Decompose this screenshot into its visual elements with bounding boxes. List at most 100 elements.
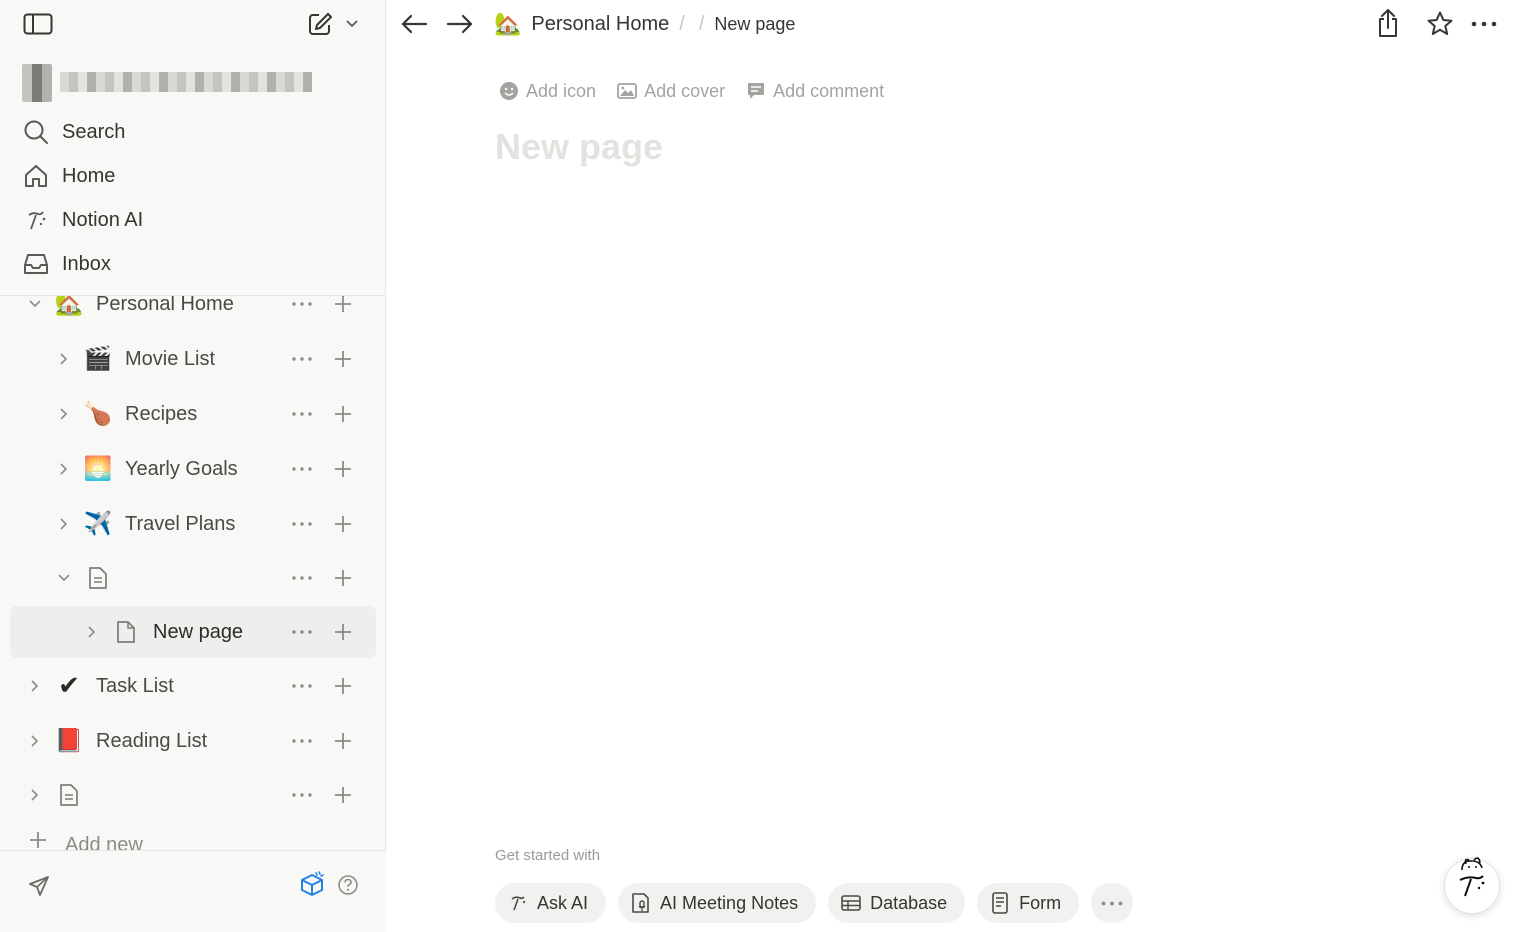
notion-ai-face-icon [1452, 857, 1492, 902]
page-title-input[interactable]: New page [495, 126, 663, 168]
add-subpage-icon[interactable] [332, 785, 354, 805]
workspace-name [60, 72, 312, 92]
chevron-right-icon[interactable] [55, 405, 73, 423]
chevron-right-icon[interactable] [55, 350, 73, 368]
add-comment-button[interactable]: Add comment [745, 80, 884, 102]
form-icon [989, 892, 1011, 914]
chevron-right-icon[interactable] [55, 515, 73, 533]
more-options-icon[interactable] [290, 459, 314, 479]
toggle-sidebar-icon[interactable] [20, 8, 56, 40]
plus-icon [28, 830, 48, 850]
more-options-icon[interactable] [290, 296, 314, 314]
smiley-icon [498, 80, 520, 102]
add-subpage-icon[interactable] [332, 404, 354, 424]
sidebar: Search Home Notion AI Inbox 🏡 Personal H… [0, 0, 386, 932]
home-icon [20, 160, 52, 192]
sidebar-item-inbox[interactable]: Inbox [12, 244, 374, 284]
get-started-label: Get started with [495, 847, 601, 864]
more-options-icon[interactable] [290, 622, 314, 642]
share-icon[interactable] [1372, 6, 1404, 40]
tree-item-movie-list[interactable]: 🎬 Movie List [10, 333, 376, 385]
breadcrumb-separator: / [679, 12, 685, 35]
notion-ai-icon [507, 892, 529, 914]
page-icon [54, 780, 84, 810]
sidebar-item-search[interactable]: Search [12, 112, 374, 152]
chevron-down-icon[interactable] [342, 14, 362, 34]
checkmark-emoji-icon: ✔ [58, 671, 80, 701]
ask-ai-label: Ask AI [537, 892, 589, 913]
chevron-right-icon[interactable] [83, 623, 101, 641]
tree-item-personal-home[interactable]: 🏡 Personal Home [10, 296, 376, 330]
ai-meeting-notes-label: AI Meeting Notes [660, 892, 799, 913]
add-subpage-icon[interactable] [332, 731, 354, 751]
breadcrumb-item-new-page[interactable]: New page [714, 14, 795, 35]
page-tree: 🏡 Personal Home 🎬 Movie List 🍗 Recipes 🌅… [0, 296, 386, 850]
sidebar-footer [0, 851, 386, 932]
database-button[interactable]: Database [828, 883, 966, 923]
more-options-icon[interactable] [290, 568, 314, 588]
help-icon[interactable] [336, 873, 360, 897]
tree-item-label: Movie List [125, 347, 216, 370]
tree-item-yearly-goals[interactable]: 🌅 Yearly Goals [10, 443, 376, 495]
chevron-right-icon[interactable] [26, 732, 44, 750]
marketplace-box-icon[interactable] [297, 869, 327, 899]
chevron-right-icon[interactable] [26, 786, 44, 804]
sidebar-item-label: Home [62, 164, 116, 187]
add-subpage-icon[interactable] [332, 568, 354, 588]
add-comment-label: Add comment [773, 80, 885, 101]
workspace-switcher[interactable] [20, 62, 320, 102]
add-subpage-icon[interactable] [332, 459, 354, 479]
tree-item-task-list[interactable]: ✔ Task List [10, 660, 376, 712]
more-options-icon[interactable] [290, 731, 314, 751]
chevron-down-icon[interactable] [55, 569, 73, 587]
breadcrumb-item-personal-home[interactable]: Personal Home [531, 13, 669, 36]
new-page-compose-icon[interactable] [304, 8, 336, 40]
tree-item-untitled-page-2[interactable] [10, 769, 376, 821]
tree-item-recipes[interactable]: 🍗 Recipes [10, 388, 376, 440]
add-icon-button[interactable]: Add icon [498, 80, 596, 102]
airplane-emoji-icon: ✈️ [83, 510, 113, 537]
drumstick-emoji-icon: 🍗 [83, 400, 113, 427]
sidebar-item-label: Notion AI [62, 208, 144, 231]
tree-item-new-page[interactable]: New page [10, 606, 376, 658]
back-arrow-icon[interactable] [398, 8, 430, 40]
add-subpage-icon[interactable] [332, 514, 354, 534]
more-templates-button[interactable] [1091, 883, 1134, 923]
tree-item-untitled-page[interactable] [10, 552, 376, 604]
notion-ai-icon [20, 204, 52, 236]
add-new-page-button[interactable]: Add new [28, 828, 143, 852]
chevron-right-icon[interactable] [55, 460, 73, 478]
more-options-icon[interactable] [290, 514, 314, 534]
ai-meeting-notes-button[interactable]: AI Meeting Notes [618, 883, 817, 923]
more-options-icon[interactable] [290, 785, 314, 805]
page-header-actions: Add icon Add cover Add comment [498, 78, 904, 104]
add-subpage-icon[interactable] [332, 676, 354, 696]
tree-item-label: Task List [96, 674, 174, 697]
chevron-right-icon[interactable] [26, 677, 44, 695]
notion-ai-floating-button[interactable] [1444, 857, 1500, 914]
page-icon [111, 617, 141, 647]
add-subpage-icon[interactable] [332, 622, 354, 642]
tree-item-label: Reading List [96, 729, 208, 752]
chevron-down-icon[interactable] [26, 296, 44, 313]
ask-ai-button[interactable]: Ask AI [495, 883, 607, 923]
top-bar: 🏡 Personal Home / / New page [386, 0, 1520, 48]
more-options-icon[interactable] [290, 404, 314, 424]
more-options-icon[interactable] [290, 349, 314, 369]
sidebar-item-notion-ai[interactable]: Notion AI [12, 200, 374, 240]
tree-item-travel-plans[interactable]: ✈️ Travel Plans [10, 498, 376, 550]
sidebar-item-home[interactable]: Home [12, 156, 374, 196]
clapper-emoji-icon: 🎬 [83, 345, 113, 372]
meeting-notes-icon [630, 892, 652, 914]
form-button[interactable]: Form [977, 883, 1080, 923]
more-options-icon[interactable] [1468, 12, 1500, 36]
add-subpage-icon[interactable] [332, 349, 354, 369]
add-subpage-icon[interactable] [332, 296, 354, 314]
tree-item-reading-list[interactable]: 📕 Reading List [10, 715, 376, 767]
send-icon[interactable] [26, 873, 52, 899]
add-cover-button[interactable]: Add cover [616, 80, 725, 102]
sidebar-item-label: Inbox [62, 252, 111, 275]
forward-arrow-icon[interactable] [444, 8, 476, 40]
more-options-icon[interactable] [290, 676, 314, 696]
star-favorite-icon[interactable] [1424, 8, 1456, 40]
